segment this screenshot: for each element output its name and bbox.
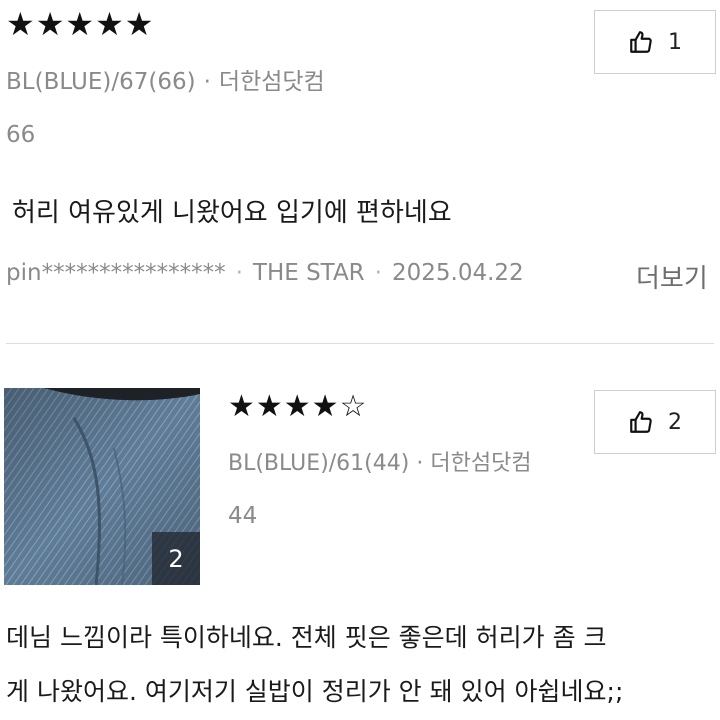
more-link[interactable]: 더보기 xyxy=(636,258,708,295)
review-footer: pin**************** · THE STAR · 2025.04.22 xyxy=(6,260,524,286)
review-text-line: 게 나왔어요. 여기저기 실밥이 정리가 안 돼 있어 아쉽네요;; xyxy=(6,677,624,706)
store-name: 더한섬닷컴 xyxy=(430,451,532,476)
review-text-line: 데님 느낌이라 특이하네요. 전체 핏은 좋은데 허리가 좀 크 xyxy=(6,623,607,652)
option-text: BL(BLUE)/67(66) xyxy=(6,69,196,95)
photo-count-badge: 2 xyxy=(152,532,200,585)
like-count: 1 xyxy=(668,29,682,55)
thumbs-up-icon xyxy=(630,411,652,433)
brand-name: THE STAR xyxy=(252,260,365,286)
star-rating: ★★★★☆ xyxy=(228,389,368,424)
option-line: BL(BLUE)/61(44) · 더한섬닷컴 xyxy=(228,451,532,476)
divider xyxy=(6,343,714,344)
size-value: 44 xyxy=(228,503,258,529)
like-count: 2 xyxy=(668,409,682,435)
review-text: 허리 여유있게 니왔어요 입기에 편하네요 xyxy=(12,198,452,228)
thumbs-up-icon xyxy=(630,31,652,53)
size-value: 66 xyxy=(6,122,36,148)
review-photo[interactable]: 2 xyxy=(4,388,200,585)
like-button[interactable]: 1 xyxy=(594,10,716,74)
store-name: 더한섬닷컴 xyxy=(218,69,325,95)
option-line: BL(BLUE)/67(66) · 더한섬닷컴 xyxy=(6,69,325,95)
like-button[interactable]: 2 xyxy=(594,390,716,454)
option-text: BL(BLUE)/61(44) xyxy=(228,451,410,476)
review-date: 2025.04.22 xyxy=(391,260,524,286)
user-id: pin**************** xyxy=(6,260,226,286)
star-rating: ★★★★★ xyxy=(6,5,155,43)
